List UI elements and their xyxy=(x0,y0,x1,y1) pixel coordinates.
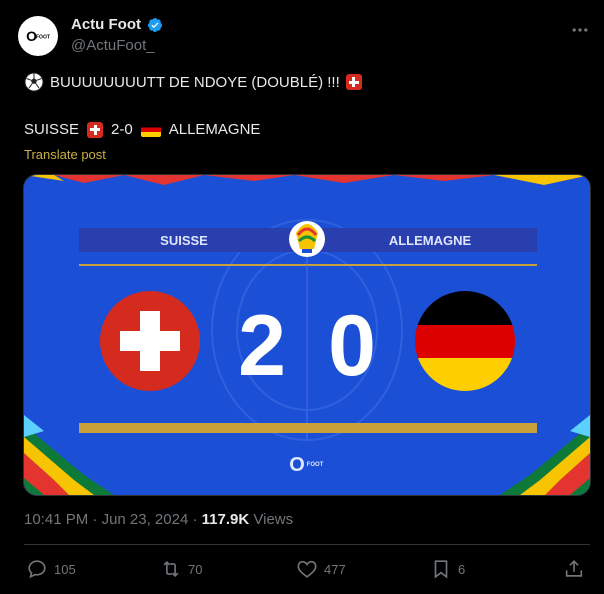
switzerland-flag-icon xyxy=(87,121,104,138)
switzerland-flag-icon xyxy=(345,74,362,90)
repost-count: 70 xyxy=(188,561,203,577)
score-text: 2-0 xyxy=(111,121,133,138)
euro-trophy-logo xyxy=(289,221,325,257)
view-count: 117.9K xyxy=(201,511,250,528)
post-image[interactable]: SUISSE ALLEMAGNE 2 0 O FOOT xyxy=(23,174,591,496)
bookmark-button[interactable]: 6 xyxy=(430,558,465,580)
heart-icon xyxy=(297,560,317,578)
more-options-icon[interactable] xyxy=(570,20,590,40)
home-score: 2 xyxy=(238,298,286,394)
bookmark-icon xyxy=(434,560,448,579)
germany-flag-icon xyxy=(140,122,161,137)
away-team-text: ALLEMAGNE xyxy=(168,121,261,138)
views-label: Views xyxy=(253,511,294,528)
divider xyxy=(24,544,590,545)
media-home-team: SUISSE xyxy=(160,233,208,248)
switzerland-flag-circle xyxy=(100,291,200,391)
gold-bar xyxy=(79,423,537,433)
post-date: Jun 23, 2024 xyxy=(101,511,189,528)
reply-count: 105 xyxy=(54,561,76,577)
repost-button[interactable]: 70 xyxy=(160,558,202,580)
avatar-logo: OFOOT xyxy=(26,28,50,44)
scoreboard-graphic: SUISSE ALLEMAGNE 2 0 O FOOT xyxy=(24,175,590,495)
share-icon xyxy=(565,560,583,577)
separator: · xyxy=(192,511,198,528)
tweet: OFOOT Actu Foot @ActuFoot_ BUUUUUUUUTT D… xyxy=(0,0,604,594)
repost-icon xyxy=(163,560,179,578)
post-headline: BUUUUUUUUTT DE NDOYE (DOUBLÉ) !!! xyxy=(50,73,340,91)
bookmark-count: 6 xyxy=(458,561,466,577)
home-team-text: SUISSE xyxy=(24,121,80,138)
svg-text:FOOT: FOOT xyxy=(307,462,324,468)
avatar[interactable]: OFOOT xyxy=(18,16,58,56)
svg-text:O: O xyxy=(289,454,305,476)
post-text-line-2: SUISSE 2-0 ALLEMAGNE xyxy=(24,121,260,138)
media-away-team: ALLEMAGNE xyxy=(389,233,472,248)
away-score: 0 xyxy=(328,298,376,394)
reply-button[interactable]: 105 xyxy=(26,558,76,580)
like-button[interactable]: 477 xyxy=(296,558,346,580)
post-time: 10:41 PM xyxy=(24,511,89,528)
author-handle[interactable]: @ActuFoot_ xyxy=(71,37,155,54)
post-text-line-1: BUUUUUUUUTT DE NDOYE (DOUBLÉ) !!! xyxy=(24,72,362,92)
soccer-ball-icon xyxy=(24,72,44,92)
share-button[interactable] xyxy=(563,558,585,580)
verified-badge-icon xyxy=(147,18,162,32)
author-name[interactable]: Actu Foot xyxy=(71,16,141,33)
post-timestamp[interactable]: 10:41 PM · Jun 23, 2024 · 117.9K Views xyxy=(24,511,293,528)
translate-post-link[interactable]: Translate post xyxy=(24,147,106,162)
separator: · xyxy=(92,511,98,528)
like-count: 477 xyxy=(324,561,346,577)
reply-icon xyxy=(28,560,46,579)
